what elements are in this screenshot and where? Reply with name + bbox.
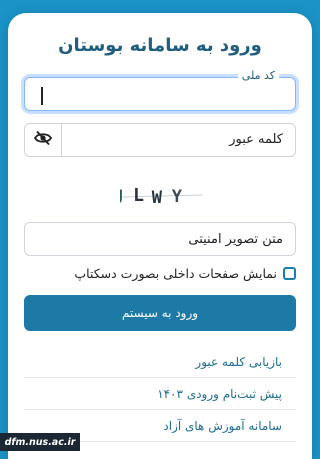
- login-button[interactable]: ورود به سیستم: [24, 295, 296, 331]
- desktop-view-option[interactable]: نمایش صفحات داخلی بصورت دسکتاپ: [74, 264, 296, 282]
- national-id-label: کد ملی: [237, 69, 279, 82]
- password-field[interactable]: کلمه عبور: [24, 123, 296, 157]
- login-card: ورود به سامانه بوستان کد ملی کلمه عبور J…: [8, 13, 312, 459]
- desktop-view-label: نمایش صفحات داخلی بصورت دسکتاپ: [74, 265, 277, 281]
- captcha-char-y: Y: [172, 187, 183, 207]
- password-placeholder: کلمه عبور: [229, 132, 283, 147]
- watermark: dfm.nus.ac.ir: [0, 433, 80, 451]
- captcha-placeholder: متن تصویر امنیتی: [188, 232, 283, 247]
- links-list: بازیابی کلمه عبور پیش ثبت‌نام ورودی ۱۴۰۳…: [24, 346, 296, 442]
- captcha-input[interactable]: متن تصویر امنیتی: [24, 222, 296, 256]
- captcha-char-j: J: [120, 186, 124, 208]
- password-toggle-button[interactable]: [25, 124, 62, 156]
- captcha-image: J L W Y: [113, 175, 204, 215]
- eye-slash-icon: [33, 130, 53, 150]
- link-password-recovery[interactable]: بازیابی کلمه عبور: [24, 346, 296, 378]
- captcha-char-l: L: [133, 185, 144, 206]
- desktop-view-checkbox[interactable]: [283, 266, 296, 280]
- captcha-char-w: W: [152, 188, 163, 208]
- text-caret: [41, 87, 43, 105]
- link-pre-registration[interactable]: پیش ثبت‌نام ورودی ۱۴۰۳: [24, 378, 296, 410]
- national-id-field[interactable]: کد ملی: [24, 69, 296, 111]
- page-title: ورود به سامانه بوستان: [58, 35, 262, 56]
